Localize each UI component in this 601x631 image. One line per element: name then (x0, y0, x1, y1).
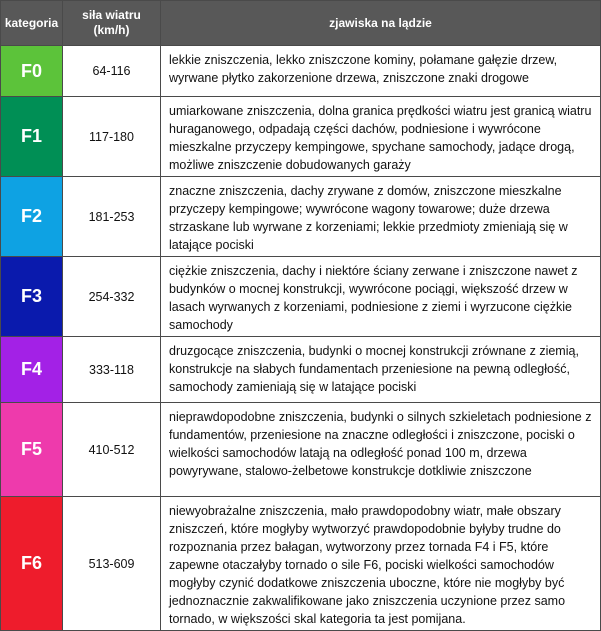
table-row: F4 333-118 druzgocące zniszczenia, budyn… (0, 336, 601, 403)
header-wind-speed-label: siła wiatru (82, 8, 141, 22)
header-category: kategoria (0, 0, 63, 46)
description-cell: druzgocące zniszczenia, budynki o mocnej… (160, 336, 601, 403)
category-cell: F0 (0, 45, 63, 97)
category-cell: F1 (0, 96, 63, 177)
description-cell: znaczne zniszczenia, dachy zrywane z dom… (160, 176, 601, 257)
wind-speed-cell: 117-180 (62, 96, 161, 177)
description-cell: niewyobrażalne zniszczenia, mało prawdop… (160, 496, 601, 631)
wind-speed-cell: 410-512 (62, 402, 161, 497)
description-cell: umiarkowane zniszczenia, dolna granica p… (160, 96, 601, 177)
wind-speed-cell: 64-116 (62, 45, 161, 97)
table-row: F3 254-332 ciężkie zniszczenia, dachy i … (0, 256, 601, 337)
tornado-scale-table: kategoria siła wiatru (km/h) zjawiska na… (0, 0, 601, 631)
category-cell: F3 (0, 256, 63, 337)
description-cell: ciężkie zniszczenia, dachy i niektóre śc… (160, 256, 601, 337)
category-cell: F6 (0, 496, 63, 631)
table-row: F6 513-609 niewyobrażalne zniszczenia, m… (0, 496, 601, 631)
description-cell: lekkie zniszczenia, lekko zniszczone kom… (160, 45, 601, 97)
category-cell: F2 (0, 176, 63, 257)
table-row: F2 181-253 znaczne zniszczenia, dachy zr… (0, 176, 601, 257)
table-row: F5 410-512 nieprawdopodobne zniszczenia,… (0, 402, 601, 497)
header-wind-speed: siła wiatru (km/h) (62, 0, 161, 46)
category-cell: F4 (0, 336, 63, 403)
header-row: kategoria siła wiatru (km/h) zjawiska na… (0, 0, 601, 46)
category-cell: F5 (0, 402, 63, 497)
description-cell: nieprawdopodobne zniszczenia, budynki o … (160, 402, 601, 497)
header-wind-speed-unit: (km/h) (93, 23, 130, 37)
table-row: F1 117-180 umiarkowane zniszczenia, doln… (0, 96, 601, 177)
wind-speed-cell: 181-253 (62, 176, 161, 257)
table-row: F0 64-116 lekkie zniszczenia, lekko znis… (0, 45, 601, 97)
header-phenomena: zjawiska na lądzie (160, 0, 601, 46)
wind-speed-cell: 333-118 (62, 336, 161, 403)
wind-speed-cell: 254-332 (62, 256, 161, 337)
wind-speed-cell: 513-609 (62, 496, 161, 631)
